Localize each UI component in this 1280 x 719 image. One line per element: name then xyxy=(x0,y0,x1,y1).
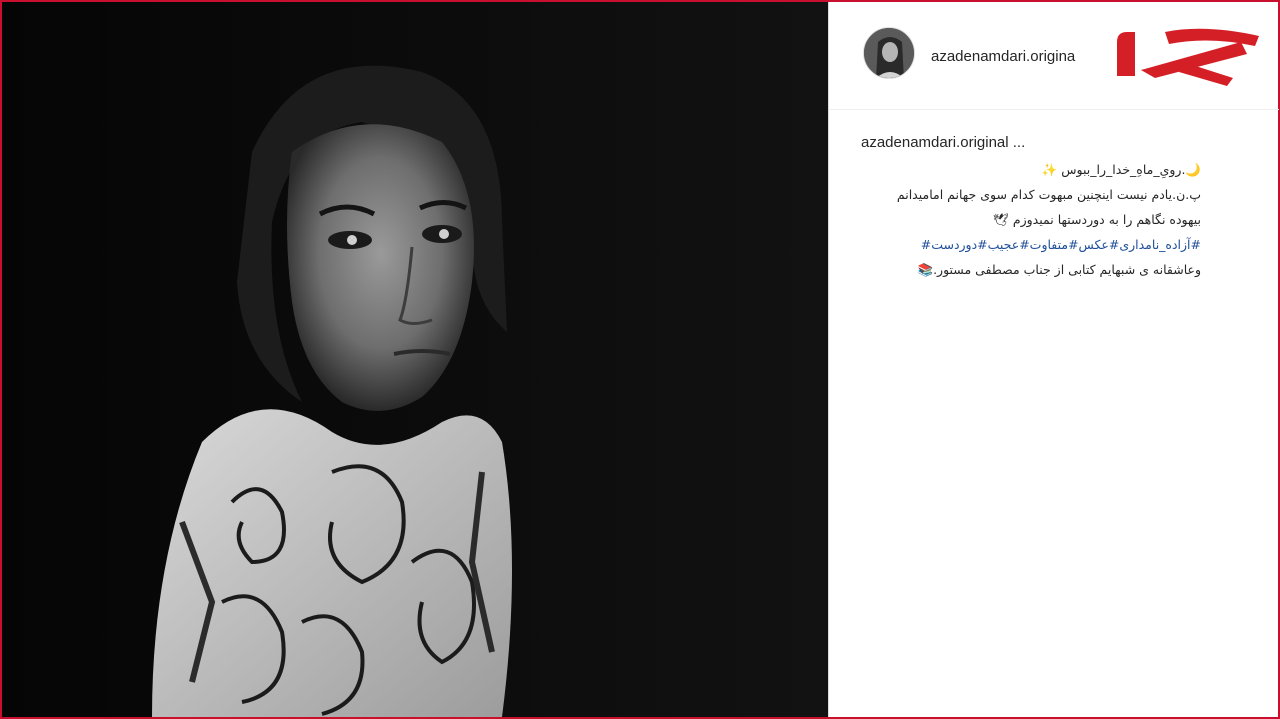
rokna-logo xyxy=(1117,28,1259,86)
user-avatar[interactable] xyxy=(863,27,915,79)
caption-username[interactable]: azadenamdari.original ... xyxy=(861,134,1261,151)
post-header: azadenamdari.origina xyxy=(829,2,1279,110)
caption-line: پ.ن.یادم نیست اینچنین مبهوت کدام سوی جها… xyxy=(896,187,1201,202)
post-photo xyxy=(2,2,828,717)
caption-line: 🌙.رویِ_ماهِ_خدا_را_ببوس ✨ xyxy=(1041,162,1201,177)
caption-hashtags[interactable]: #آزاده_نامداری#عکس#متفاوت#عجیب#دوردست# xyxy=(861,232,1201,257)
caption-line: وعاشقانه ی شبهایم کتابی از جناب مصطفی مس… xyxy=(917,262,1202,277)
post-side-panel: azadenamdari.origina azadenamdari.origin… xyxy=(828,2,1279,717)
portrait-image xyxy=(2,2,828,717)
avatar-photo xyxy=(864,28,914,78)
post-caption: azadenamdari.original ... 🌙.رویِ_ماهِ_خد… xyxy=(861,134,1261,282)
caption-line: بیهوده نگاهم را به دوردستها نمیدوزم 🕊 xyxy=(993,212,1201,227)
post-username[interactable]: azadenamdari.origina xyxy=(931,48,1075,65)
